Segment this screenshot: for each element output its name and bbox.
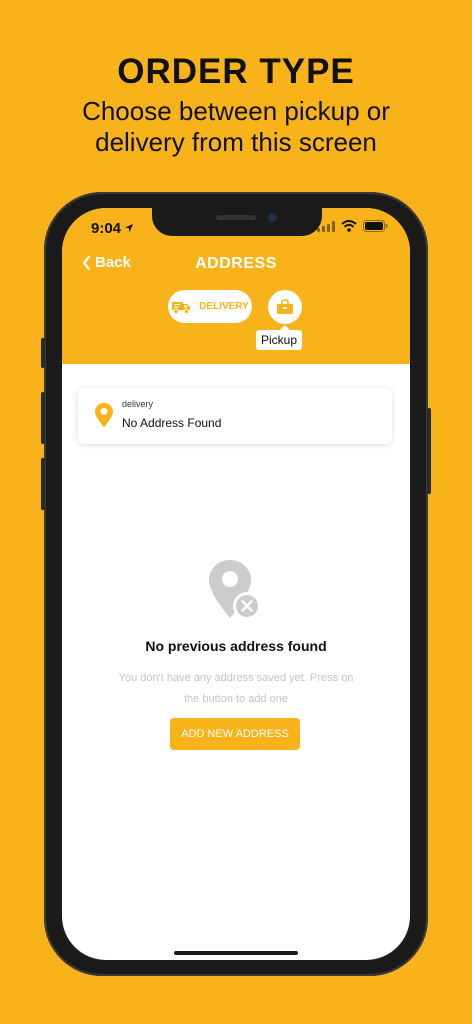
notch — [152, 208, 322, 236]
status-icons — [317, 220, 388, 232]
shopping-bag-icon — [277, 299, 293, 314]
no-address-pin-icon — [209, 560, 261, 620]
address-value: No Address Found — [122, 416, 222, 430]
battery-icon — [363, 220, 388, 232]
power-button — [427, 408, 431, 494]
delivery-toggle-button[interactable]: DELIVERY — [168, 290, 252, 323]
page-title: ADDRESS — [195, 255, 277, 272]
status-time: 9:04 — [91, 220, 122, 237]
location-arrow-icon — [125, 224, 133, 232]
delivery-label: DELIVERY — [199, 301, 249, 312]
empty-state-title: No previous address found — [145, 638, 327, 654]
signal-icon — [317, 220, 335, 232]
address-card[interactable]: delivery No Address Found — [78, 388, 392, 444]
pickup-toggle-button[interactable] — [268, 290, 302, 324]
add-new-address-button[interactable]: ADD NEW ADDRESS — [170, 718, 300, 750]
address-type: delivery — [122, 399, 154, 409]
volume-up-button — [41, 392, 45, 444]
empty-state-message: You don't have any address saved yet. Pr… — [118, 672, 354, 705]
silent-switch — [41, 338, 45, 368]
header: 9:04 Back ADDRESS DELIVERY Pickup — [62, 208, 410, 364]
app-screen: 9:04 Back ADDRESS DELIVERY Pickup delive… — [62, 208, 410, 960]
wifi-icon — [341, 220, 357, 232]
location-pin-icon — [95, 403, 113, 427]
camera — [268, 213, 277, 222]
volume-down-button — [41, 458, 45, 510]
home-indicator[interactable] — [174, 951, 298, 955]
delivery-truck-icon — [172, 301, 191, 314]
pickup-tooltip: Pickup — [256, 325, 303, 350]
promo-subtitle: Choose between pickup or delivery from t… — [82, 96, 390, 157]
promo-title: ORDER TYPE — [117, 52, 355, 91]
speaker — [216, 215, 256, 220]
